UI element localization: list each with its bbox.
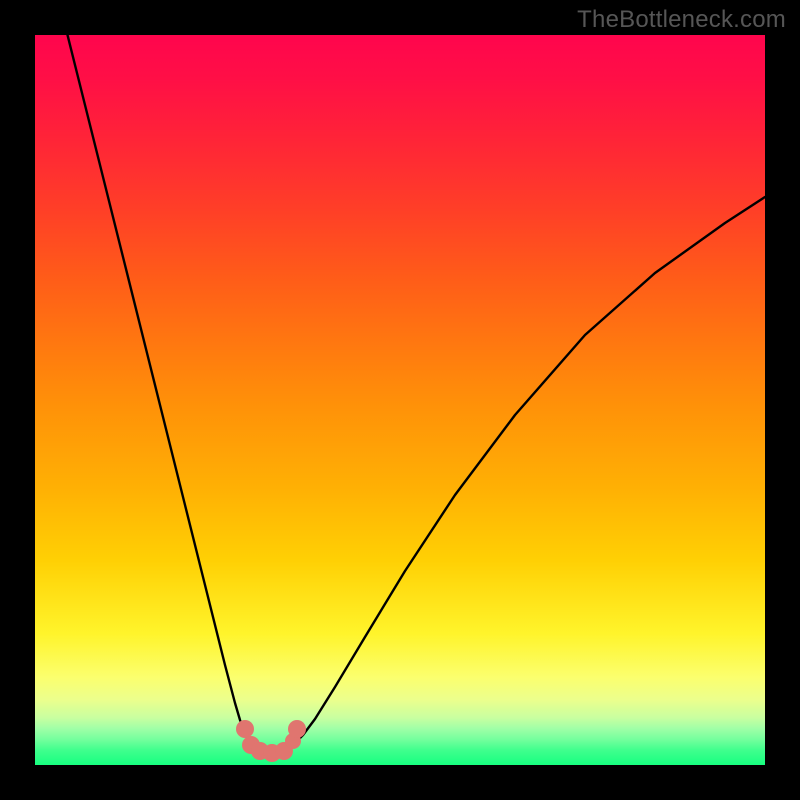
curve-right-branch [290, 197, 765, 747]
data-markers [236, 720, 306, 762]
chart-frame: TheBottleneck.com [0, 0, 800, 800]
plot-area [35, 35, 765, 765]
data-marker [288, 720, 306, 738]
data-marker [236, 720, 254, 738]
curve-svg [35, 35, 765, 765]
curve-left-branch [65, 35, 260, 747]
watermark-text: TheBottleneck.com [577, 6, 786, 34]
